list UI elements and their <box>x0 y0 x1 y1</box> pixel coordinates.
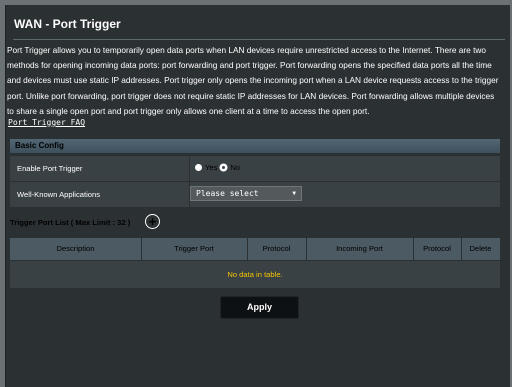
column-divider <box>141 238 142 260</box>
basic-config-header: Basic Config <box>10 139 500 153</box>
enable-no-label: No <box>230 163 241 172</box>
port-trigger-faq-link[interactable]: Port Trigger FAQ <box>8 118 85 127</box>
column-protocol-trigger: Protocol <box>262 244 291 253</box>
column-incoming-port: Incoming Port <box>336 244 383 253</box>
column-delete: Delete <box>469 244 492 253</box>
add-trigger-rule-button[interactable]: + <box>145 214 160 229</box>
column-divider <box>306 238 307 260</box>
enable-port-trigger-radio-group: Yes No <box>195 163 240 172</box>
plus-circle-icon: + <box>148 214 157 229</box>
trigger-port-list-title: Trigger Port List ( Max Limit : 32 ) <box>10 218 131 227</box>
column-protocol-incoming: Protocol <box>423 244 451 253</box>
page-description: Port Trigger allows you to temporarily o… <box>7 45 499 116</box>
column-divider <box>413 238 414 260</box>
trigger-table-empty-row: No data in table. <box>10 261 500 288</box>
well-known-applications-select[interactable]: Please select ▼ <box>190 186 302 201</box>
title-divider <box>13 39 505 40</box>
column-trigger-port: Trigger Port <box>174 244 214 253</box>
column-divider <box>461 238 462 260</box>
chevron-down-icon: ▼ <box>292 190 296 197</box>
enable-port-trigger-value-cell <box>189 156 190 182</box>
page-title: WAN - Port Trigger <box>14 17 121 31</box>
enable-no-radio[interactable] <box>220 164 228 171</box>
well-known-applications-label: Well-Known Applications <box>17 190 101 199</box>
column-description: Description <box>56 244 95 253</box>
trigger-table-header: Description Trigger Port Protocol Incomi… <box>10 238 500 260</box>
column-divider <box>247 238 248 260</box>
enable-yes-label: Yes <box>205 163 218 172</box>
enable-yes-radio[interactable] <box>195 164 202 171</box>
enable-port-trigger-label: Enable Port Trigger <box>17 164 83 173</box>
apply-button[interactable]: Apply <box>220 296 299 319</box>
enable-port-trigger-row: Enable Port Trigger <box>10 155 500 182</box>
well-known-applications-selected: Please select <box>196 189 259 198</box>
